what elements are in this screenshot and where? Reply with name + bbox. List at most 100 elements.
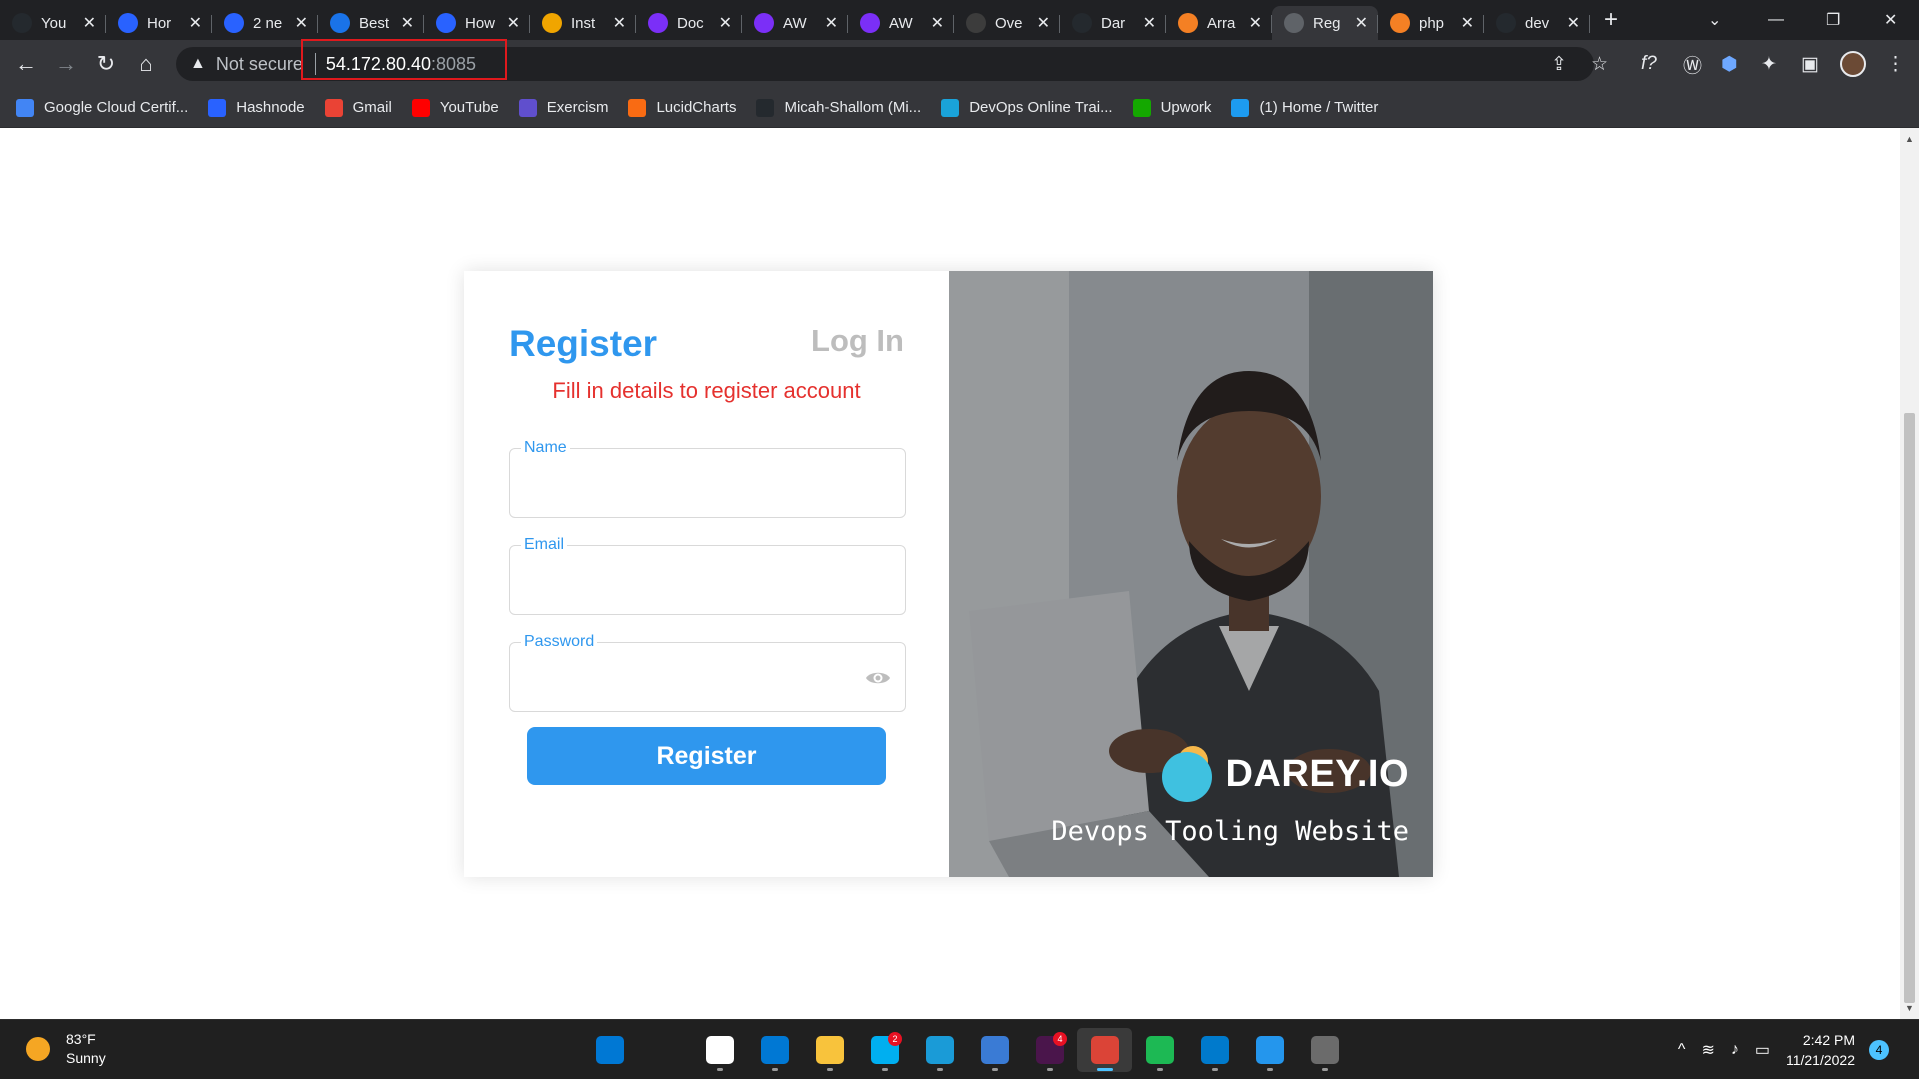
bookmark-item[interactable]: Exercism	[518, 98, 608, 117]
browser-tab[interactable]: How ✕	[424, 6, 530, 40]
warning-icon[interactable]: ▲	[190, 55, 206, 73]
bookmark-item[interactable]: Google Cloud Certif...	[16, 98, 188, 117]
wifi-icon[interactable]: ≋	[1701, 1040, 1714, 1060]
u-icon	[860, 13, 880, 33]
taskbar-app-edge[interactable]	[912, 1028, 967, 1072]
browser-tab[interactable]: 2 ne ✕	[212, 6, 318, 40]
clock[interactable]: 2:42 PM 11/21/2022	[1786, 1030, 1855, 1070]
close-tab-icon[interactable]: ✕	[83, 13, 96, 33]
browser-tab[interactable]: php ✕	[1378, 6, 1484, 40]
name-input[interactable]	[522, 469, 862, 503]
profile-avatar[interactable]	[1840, 40, 1866, 88]
browser-tab[interactable]: Inst ✕	[530, 6, 636, 40]
bookmark-item[interactable]: DevOps Online Trai...	[941, 98, 1113, 117]
share-icon[interactable]: ⇪	[1551, 40, 1567, 88]
browser-tab[interactable]: Ove ✕	[954, 6, 1060, 40]
browser-tab[interactable]: Doc ✕	[636, 6, 742, 40]
extension-w-icon[interactable]: Ⓦ	[1683, 40, 1702, 88]
forward-icon[interactable]: →	[46, 51, 86, 77]
close-tab-icon[interactable]: ✕	[1461, 13, 1474, 33]
extensions-puzzle-icon[interactable]: ✦	[1761, 40, 1777, 88]
taskbar-app-mail[interactable]	[747, 1028, 802, 1072]
scroll-down-icon[interactable]: ▼	[1905, 1003, 1914, 1013]
bookmark-item[interactable]: (1) Home / Twitter	[1231, 98, 1378, 117]
minimize-button[interactable]: —	[1768, 0, 1784, 40]
close-tab-icon[interactable]: ✕	[1355, 13, 1368, 33]
browser-tab[interactable]: Best ✕	[318, 6, 424, 40]
menu-kebab-icon[interactable]: ⋮	[1886, 40, 1905, 88]
tray-chevron-icon[interactable]: ^	[1678, 1041, 1686, 1059]
browser-tab[interactable]: AW ✕	[742, 6, 848, 40]
browser-tab[interactable]: AW ✕	[848, 6, 954, 40]
tab-search-icon[interactable]: ⌄	[1708, 0, 1721, 40]
close-tab-icon[interactable]: ✕	[825, 13, 838, 33]
page-scrollbar[interactable]: ▲ ▼	[1900, 128, 1919, 1019]
formula-extension-icon[interactable]: f?	[1641, 40, 1657, 88]
password-input[interactable]	[522, 663, 862, 697]
browser-tab[interactable]: Reg ✕	[1272, 6, 1378, 40]
taskbar-app-chrome[interactable]	[1077, 1028, 1132, 1072]
eye-icon[interactable]	[865, 669, 891, 687]
close-tab-icon[interactable]: ✕	[1249, 13, 1262, 33]
taskbar-app-vscode[interactable]	[1187, 1028, 1242, 1072]
battery-icon[interactable]: ▭	[1755, 1040, 1770, 1060]
back-icon[interactable]: ←	[6, 51, 46, 77]
bookmark-item[interactable]: Hashnode	[208, 98, 305, 117]
password-field[interactable]: Password	[509, 633, 906, 712]
snipping-icon	[1310, 1036, 1339, 1064]
reload-icon[interactable]: ↻	[86, 51, 126, 77]
close-tab-icon[interactable]: ✕	[401, 13, 414, 33]
browser-tab[interactable]: Dar ✕	[1060, 6, 1166, 40]
scroll-up-icon[interactable]: ▲	[1905, 134, 1914, 144]
taskbar-app-search[interactable]	[637, 1028, 692, 1072]
browser-tab[interactable]: You ✕	[0, 6, 106, 40]
bookmark-star-icon[interactable]: ☆	[1591, 40, 1608, 88]
weather-widget[interactable]: 83°F Sunny	[26, 1030, 106, 1068]
register-tab[interactable]: Register	[509, 323, 657, 365]
browser-tab[interactable]: Hor ✕	[106, 6, 212, 40]
taskbar-app-start[interactable]	[582, 1028, 637, 1072]
taskbar-app-explorer[interactable]	[802, 1028, 857, 1072]
volume-icon[interactable]: ♪	[1731, 1041, 1739, 1059]
close-tab-icon[interactable]: ✕	[613, 13, 626, 33]
extension-shield-icon[interactable]: ⬢	[1721, 40, 1738, 88]
close-tab-icon[interactable]: ✕	[1567, 13, 1580, 33]
browser-tab[interactable]: Arra ✕	[1166, 6, 1272, 40]
email-input[interactable]	[522, 566, 862, 600]
email-field[interactable]: Email	[509, 536, 906, 615]
restore-button[interactable]: ❐	[1826, 0, 1840, 40]
close-tab-icon[interactable]: ✕	[1143, 13, 1156, 33]
bookmark-label: YouTube	[439, 99, 499, 116]
bookmark-item[interactable]: Gmail	[324, 98, 392, 117]
register-button[interactable]: Register	[527, 727, 886, 785]
side-panel-icon[interactable]: ▣	[1801, 40, 1819, 88]
bookmark-item[interactable]: LucidCharts	[628, 98, 736, 117]
close-tab-icon[interactable]: ✕	[507, 13, 520, 33]
close-tab-icon[interactable]: ✕	[931, 13, 944, 33]
taskbar-app-store[interactable]	[692, 1028, 747, 1072]
name-field[interactable]: Name	[509, 439, 906, 518]
bookmark-item[interactable]: Micah-Shallom (Mi...	[756, 98, 921, 117]
login-tab[interactable]: Log In	[811, 323, 904, 359]
close-tab-icon[interactable]: ✕	[1037, 13, 1050, 33]
taskbar-app-photos[interactable]	[967, 1028, 1022, 1072]
running-indicator	[936, 1068, 943, 1071]
taskbar-app-snipping[interactable]	[1297, 1028, 1352, 1072]
notification-badge[interactable]: 4	[1869, 1040, 1889, 1060]
bookmark-item[interactable]: Upwork	[1132, 98, 1211, 117]
taskbar-app-spotify[interactable]	[1132, 1028, 1187, 1072]
close-tab-icon[interactable]: ✕	[189, 13, 202, 33]
security-label[interactable]: Not secure	[216, 54, 303, 75]
browser-tab[interactable]: dev ✕	[1484, 6, 1590, 40]
close-tab-icon[interactable]: ✕	[719, 13, 732, 33]
taskbar-app-skype[interactable]: 2	[857, 1028, 912, 1072]
taskbar-app-slack[interactable]: 4	[1022, 1028, 1077, 1072]
vscode-icon	[1200, 1036, 1229, 1064]
scrollbar-thumb[interactable]	[1904, 413, 1915, 1003]
close-window-button[interactable]: ✕	[1884, 0, 1897, 40]
bookmark-item[interactable]: YouTube	[411, 98, 499, 117]
taskbar-app-docker[interactable]	[1242, 1028, 1297, 1072]
home-icon[interactable]: ⌂	[126, 51, 166, 77]
new-tab-button[interactable]: +	[1604, 6, 1618, 34]
close-tab-icon[interactable]: ✕	[295, 13, 308, 33]
